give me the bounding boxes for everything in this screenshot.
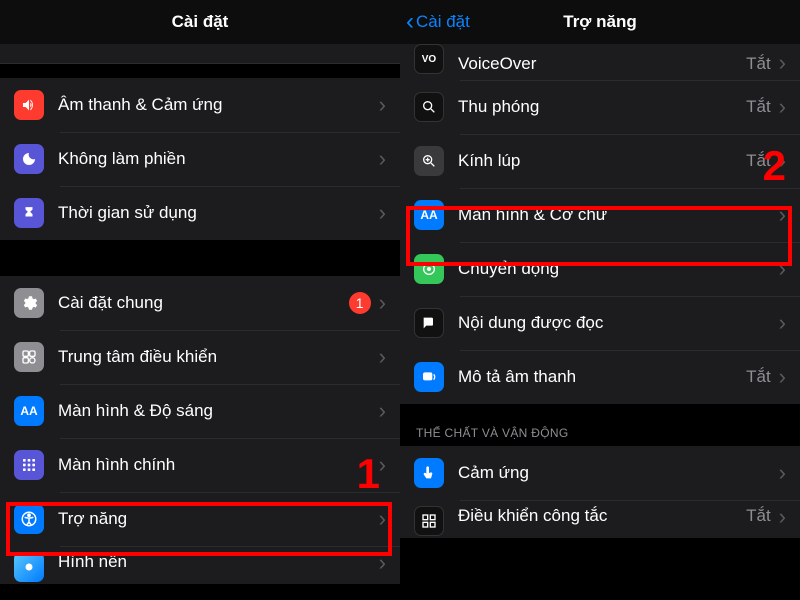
touch-icon — [414, 458, 444, 488]
navbar: Cài đặt — [0, 0, 400, 44]
row-label: Chuyển động — [458, 259, 779, 279]
chevron-right-icon: › — [379, 202, 386, 224]
moon-icon — [14, 144, 44, 174]
back-label: Cài đặt — [416, 12, 470, 32]
row-label: Cảm ứng — [458, 463, 779, 483]
sound-icon — [14, 90, 44, 120]
chevron-right-icon: › — [779, 258, 786, 280]
row-label: Cài đặt chung — [58, 293, 349, 313]
row-label: Màn hình & Cỡ chữ — [458, 205, 779, 225]
row-label: Điều khiển công tắc — [458, 506, 746, 526]
gear-icon — [14, 288, 44, 318]
switch-icon — [414, 506, 444, 536]
accessibility-screen: ‹ Cài đặt Trợ năng VO VoiceOver Tắt › Th… — [400, 0, 800, 600]
partial-row — [0, 44, 400, 64]
step-number-2: 2 — [763, 142, 786, 190]
row-switch-control[interactable]: Điều khiển công tắc Tắt › — [400, 500, 800, 538]
chevron-right-icon: › — [379, 508, 386, 530]
chevron-right-icon: › — [379, 346, 386, 368]
row-label: Thời gian sử dụng — [58, 203, 379, 223]
row-magnifier[interactable]: Kính lúp Tắt › — [400, 134, 800, 188]
chevron-right-icon: › — [379, 400, 386, 422]
row-screentime[interactable]: Thời gian sử dụng › — [0, 186, 400, 240]
chevron-right-icon: › — [779, 462, 786, 484]
chevron-right-icon: › — [779, 96, 786, 118]
chevron-right-icon: › — [779, 204, 786, 226]
motion-icon — [414, 254, 444, 284]
row-label: Nội dung được đọc — [458, 313, 779, 333]
row-control-center[interactable]: Trung tâm điều khiển › — [0, 330, 400, 384]
notification-badge: 1 — [349, 292, 371, 314]
chevron-left-icon: ‹ — [406, 10, 414, 34]
chevron-right-icon: › — [379, 292, 386, 314]
row-display[interactable]: AA Màn hình & Độ sáng › — [0, 384, 400, 438]
row-label: Mô tả âm thanh — [458, 367, 746, 387]
chevron-right-icon: › — [779, 52, 786, 74]
row-label: Trợ năng — [58, 509, 379, 529]
row-value: Tắt — [746, 97, 771, 117]
spoken-icon — [414, 308, 444, 338]
row-sounds[interactable]: Âm thanh & Cảm ứng › — [0, 78, 400, 132]
row-display-text[interactable]: AA Màn hình & Cỡ chữ › — [400, 188, 800, 242]
chevron-right-icon: › — [779, 312, 786, 334]
voiceover-icon: VO — [414, 44, 444, 74]
row-label: Thu phóng — [458, 97, 746, 117]
accessibility-icon — [14, 504, 44, 534]
control-center-icon — [14, 342, 44, 372]
row-zoom[interactable]: Thu phóng Tắt › — [400, 80, 800, 134]
page-title: Cài đặt — [172, 12, 229, 32]
wallpaper-icon — [14, 552, 44, 582]
back-button[interactable]: ‹ Cài đặt — [406, 10, 470, 34]
row-voiceover[interactable]: VO VoiceOver Tắt › — [400, 44, 800, 80]
chevron-right-icon: › — [379, 148, 386, 170]
row-label: Hình nền — [58, 552, 379, 572]
audio-desc-icon — [414, 362, 444, 392]
chevron-right-icon: › — [779, 506, 786, 528]
row-value: Tắt — [746, 54, 771, 74]
row-spoken[interactable]: Nội dung được đọc › — [400, 296, 800, 350]
row-label: Trung tâm điều khiển — [58, 347, 379, 367]
row-label: Kính lúp — [458, 151, 746, 171]
row-motion[interactable]: Chuyển động › — [400, 242, 800, 296]
row-value: Tắt — [746, 367, 771, 387]
section-header-physical: THỂ CHẤT VÀ VẬN ĐỘNG — [400, 404, 800, 446]
row-label: Âm thanh & Cảm ứng — [58, 95, 379, 115]
magnifier-icon — [414, 146, 444, 176]
row-label: VoiceOver — [458, 54, 746, 74]
page-title: Trợ năng — [563, 12, 636, 32]
row-label: Màn hình chính — [58, 455, 379, 475]
chevron-right-icon: › — [379, 94, 386, 116]
row-wallpaper[interactable]: Hình nền › — [0, 546, 400, 584]
settings-screen: Cài đặt Âm thanh & Cảm ứng › Không làm p… — [0, 0, 400, 600]
chevron-right-icon: › — [779, 366, 786, 388]
step-number-1: 1 — [357, 450, 380, 498]
row-dnd[interactable]: Không làm phiền › — [0, 132, 400, 186]
chevron-right-icon: › — [379, 552, 386, 574]
aa-icon: AA — [14, 396, 44, 426]
zoom-icon — [414, 92, 444, 122]
hourglass-icon — [14, 198, 44, 228]
aa-icon: AA — [414, 200, 444, 230]
row-label: Màn hình & Độ sáng — [58, 401, 379, 421]
row-audio-desc[interactable]: Mô tả âm thanh Tắt › — [400, 350, 800, 404]
row-accessibility[interactable]: Trợ năng › — [0, 492, 400, 546]
row-general[interactable]: Cài đặt chung 1 › — [0, 276, 400, 330]
row-value: Tắt — [746, 506, 771, 526]
grid-icon — [14, 450, 44, 480]
row-home[interactable]: Màn hình chính › — [0, 438, 400, 492]
row-label: Không làm phiền — [58, 149, 379, 169]
row-touch[interactable]: Cảm ứng › — [400, 446, 800, 500]
navbar: ‹ Cài đặt Trợ năng — [400, 0, 800, 44]
